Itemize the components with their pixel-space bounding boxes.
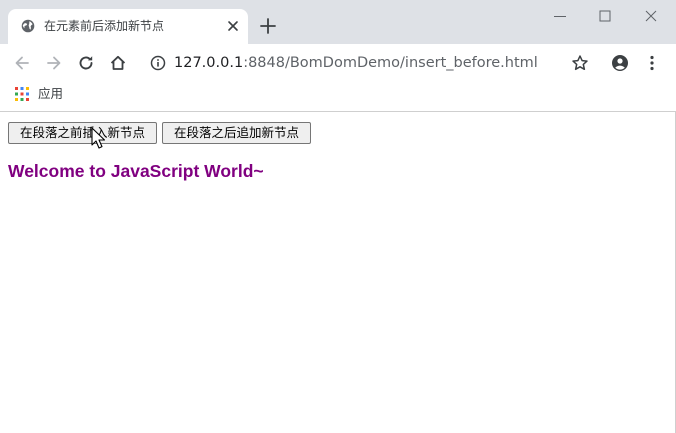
back-arrow-icon[interactable] xyxy=(12,53,32,73)
append-after-button[interactable]: 在段落之后追加新节点 xyxy=(162,122,311,144)
browser-toolbar: 127.0.0.1:8848/BomDomDemo/insert_before.… xyxy=(0,44,676,81)
browser-window: 在元素前后添加新节点 127.0.0.1:8848/BomDomDemo/ins… xyxy=(0,0,676,433)
url-host: 127.0.0.1 xyxy=(174,55,244,71)
forward-arrow-icon[interactable] xyxy=(44,53,64,73)
reload-icon[interactable] xyxy=(76,53,96,73)
new-tab-plus-icon[interactable] xyxy=(259,17,277,35)
window-close-icon[interactable] xyxy=(643,8,659,24)
maximize-icon[interactable] xyxy=(597,8,613,24)
apps-grid-icon[interactable] xyxy=(15,87,29,101)
welcome-heading: Welcome to JavaScript World~ xyxy=(8,161,264,181)
address-bar[interactable]: 127.0.0.1:8848/BomDomDemo/insert_before.… xyxy=(174,53,538,73)
mouse-cursor-icon xyxy=(91,127,106,149)
minimize-icon[interactable] xyxy=(552,8,568,24)
browser-tab[interactable]: 在元素前后添加新节点 xyxy=(8,9,248,44)
bookmarks-bar: 应用 xyxy=(0,81,676,112)
close-icon[interactable] xyxy=(226,19,240,33)
page-content: 在段落之前插入新节点 在段落之后追加新节点 Welcome to JavaScr… xyxy=(0,112,676,433)
globe-icon xyxy=(21,19,35,33)
insert-before-button[interactable]: 在段落之前插入新节点 xyxy=(8,122,157,144)
tab-title: 在元素前后添加新节点 xyxy=(44,19,165,33)
url-path: :8848/BomDomDemo/insert_before.html xyxy=(243,55,538,71)
more-menu-icon[interactable] xyxy=(642,53,662,73)
apps-bookmark-label[interactable]: 应用 xyxy=(38,86,63,102)
info-icon[interactable] xyxy=(148,53,168,73)
home-icon[interactable] xyxy=(108,53,128,73)
tab-strip: 在元素前后添加新节点 xyxy=(0,0,676,44)
account-icon[interactable] xyxy=(610,53,630,73)
star-icon[interactable] xyxy=(570,53,590,73)
